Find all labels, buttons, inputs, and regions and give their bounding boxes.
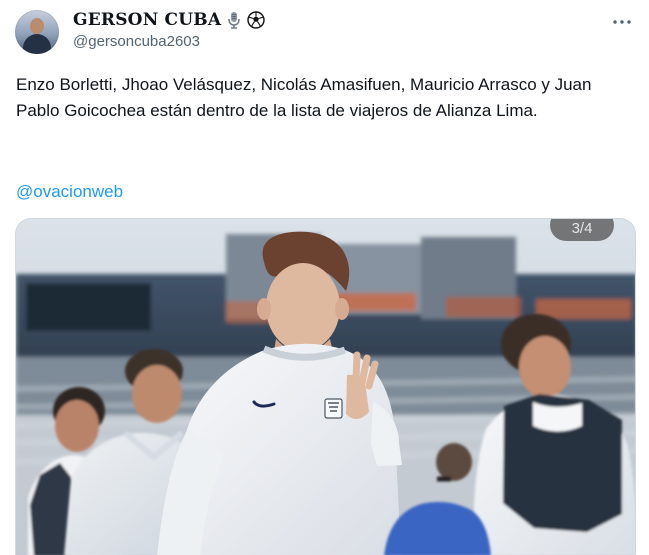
avatar[interactable] [15, 10, 59, 54]
author-handle[interactable]: @gersoncuba2603 [73, 33, 200, 50]
mention-link[interactable]: @ovacionweb [16, 179, 123, 205]
tweet-text: Enzo Borletti, Jhoao Velásquez, Nicolás … [16, 75, 592, 120]
more-options-button[interactable] [610, 15, 634, 29]
ellipsis-icon [613, 20, 631, 24]
microphone-icon [225, 11, 243, 29]
tweet-card: GERSON CUBA @gersoncuba2603 Enzo Borlett… [0, 0, 649, 555]
author-name-row: GERSON CUBA [73, 10, 265, 30]
soccer-ball-icon [247, 11, 265, 29]
avatar-head [30, 18, 44, 34]
author-display-name[interactable]: GERSON CUBA [73, 10, 221, 30]
avatar-body [23, 34, 51, 54]
football-training-photo [16, 219, 635, 555]
tweet-photo[interactable]: 3/4 [15, 218, 636, 555]
